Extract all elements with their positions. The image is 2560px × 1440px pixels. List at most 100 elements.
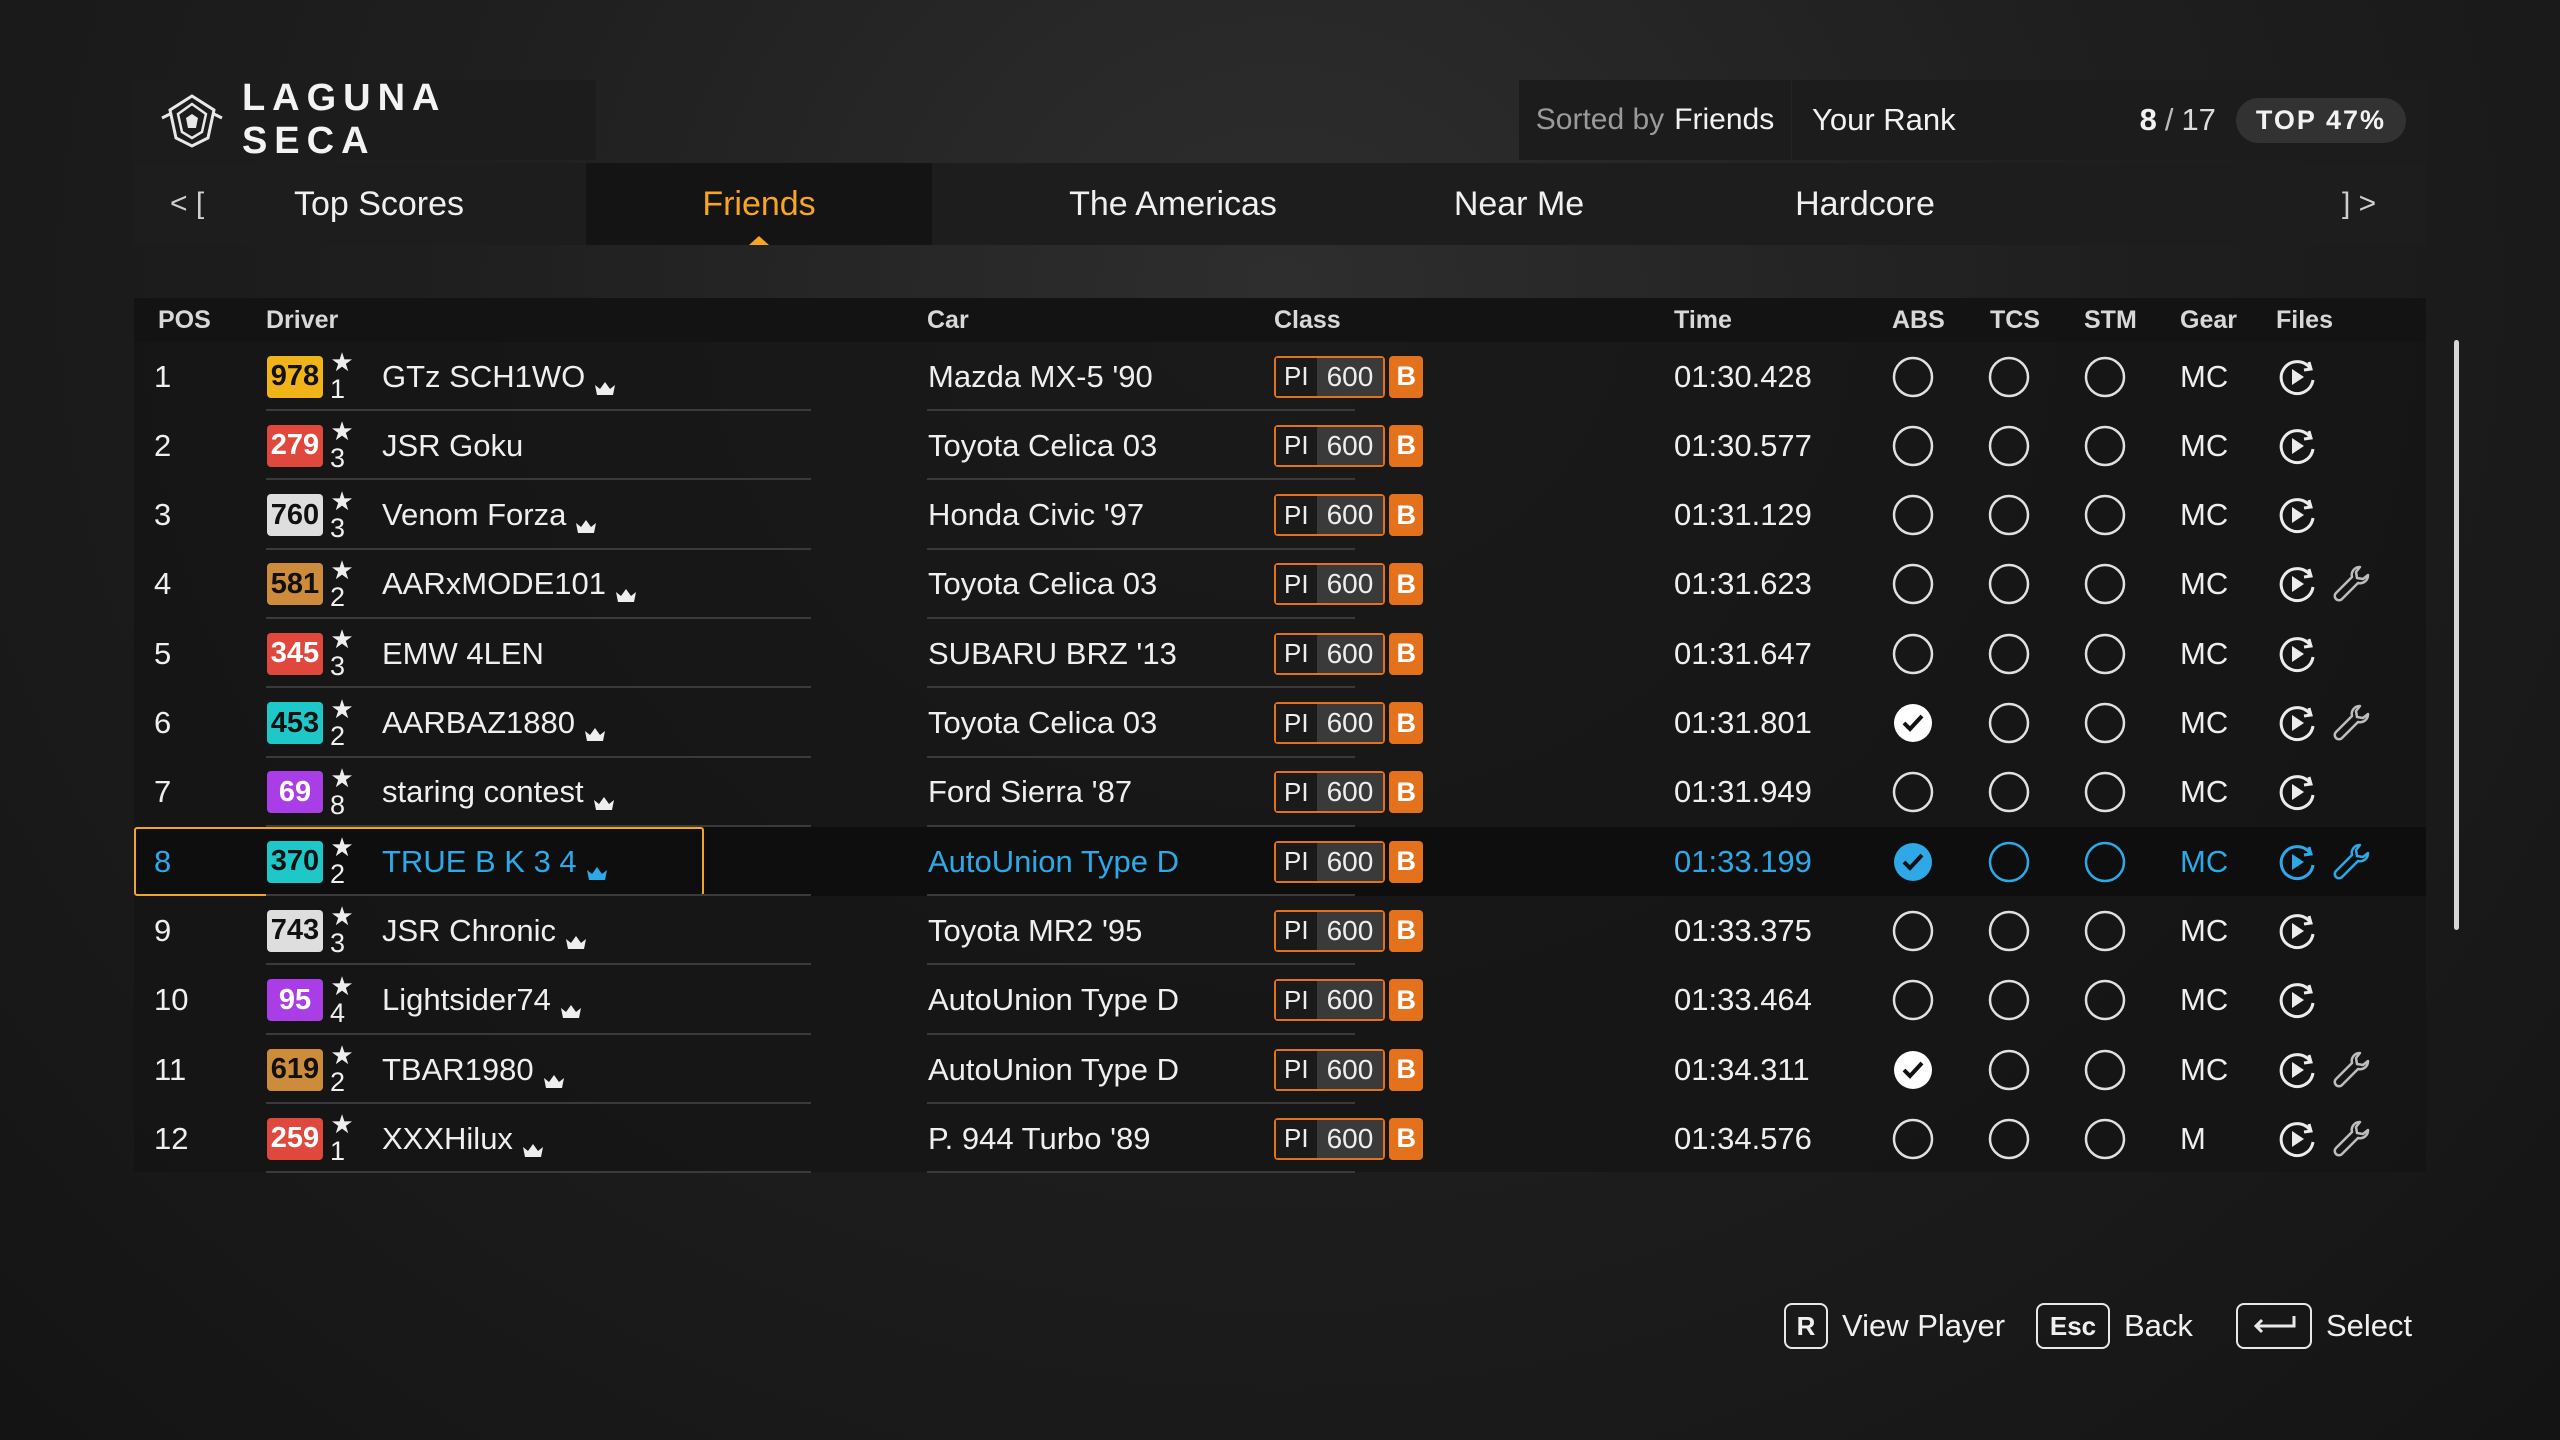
abs-unchecked-icon (1892, 966, 1934, 1035)
view-player-hint[interactable]: R View Player (1784, 1302, 2005, 1350)
crown-icon (543, 1063, 565, 1088)
car-name: P. 944 Turbo '89 (928, 1120, 1151, 1156)
driver-name-cell[interactable]: staring contest (382, 758, 615, 827)
replay-icon[interactable] (2276, 550, 2318, 619)
driver-name-cell[interactable]: JSR Goku (382, 411, 523, 480)
driver-rating: 345 (267, 632, 323, 675)
star-count: ★ 1 (330, 342, 356, 411)
driver-name-cell[interactable]: Lightsider74 (382, 966, 582, 1035)
tab-near-me[interactable]: Near Me (1346, 163, 1692, 245)
table-row[interactable]: 4 581 ★ 2 AARxMODE101 Toyota Celica 03 PI 600 B 0… (134, 550, 2426, 619)
star-count-value: 3 (330, 443, 346, 474)
replay-icon[interactable] (2276, 1104, 2318, 1173)
abs-unchecked-icon (1892, 481, 1934, 550)
table-row[interactable]: 10 95 ★ 4 Lightsider74 AutoUnion Type D PI 600 B… (134, 966, 2426, 1035)
star-icon: ★ (330, 624, 354, 655)
tcs-unchecked-icon (1988, 758, 2030, 827)
crown-icon (615, 577, 637, 603)
replay-icon[interactable] (2276, 896, 2318, 965)
star-count-value: 4 (330, 997, 346, 1028)
position: 1 (154, 358, 172, 394)
back-hint[interactable]: Esc Back (2036, 1302, 2193, 1350)
car-name: Mazda MX-5 '90 (928, 358, 1153, 394)
driver-name-cell[interactable]: GTz SCH1WO (382, 342, 616, 411)
driver-name-cell[interactable]: AARBAZ1880 (382, 689, 606, 758)
table-row[interactable]: 5 345 ★ 3 EMW 4LEN SUBARU BRZ '13 PI 600 B 01:31.… (134, 619, 2426, 689)
scrollbar[interactable] (2454, 340, 2459, 930)
tcs-unchecked-icon (1988, 966, 2030, 1035)
pi-box: PI 600 (1274, 494, 1386, 537)
select-hint[interactable]: Select (2236, 1302, 2412, 1350)
position: 11 (154, 1051, 187, 1087)
abs-unchecked-icon (1892, 1104, 1934, 1173)
sort-indicator[interactable]: Sorted by Friends (1519, 80, 1791, 160)
replay-icon[interactable] (2276, 342, 2318, 411)
car-name: Honda Civic '97 (928, 497, 1145, 533)
abs-unchecked-icon (1892, 411, 1934, 480)
tab-the-americas[interactable]: The Americas (1000, 163, 1346, 245)
table-row[interactable]: 3 760 ★ 3 Venom Forza Honda Civic '97 PI 600 B 01… (134, 481, 2426, 550)
lap-time: 01:31.949 (1674, 774, 1812, 810)
col-stm: STM (2084, 306, 2137, 334)
tab-top-scores[interactable]: Top Scores (266, 163, 492, 245)
tune-wrench-icon[interactable] (2330, 1104, 2372, 1173)
tab-hardcore[interactable]: Hardcore (1692, 163, 2038, 245)
your-rank-box: Your Rank 8 / 17 TOP 47% (1792, 80, 2426, 160)
table-row[interactable]: 9 743 ★ 3 JSR Chronic Toyota MR2 '95 PI 600 B 01:… (134, 896, 2426, 966)
driver-name-cell[interactable]: EMW 4LEN (382, 619, 544, 688)
enter-key-icon (2236, 1303, 2312, 1349)
table-row[interactable]: 1 978 ★ 1 GTz SCH1WO Mazda MX-5 '90 PI 600 B 01:3… (134, 342, 2426, 411)
pi-box: PI 600 (1274, 632, 1386, 675)
driver-name-cell[interactable]: Venom Forza (382, 481, 597, 550)
tab-friends[interactable]: Friends (586, 163, 932, 245)
pi-label: PI (1276, 357, 1317, 396)
replay-icon[interactable] (2276, 411, 2318, 480)
table-row[interactable]: 6 453 ★ 2 AARBAZ1880 Toyota Celica 03 PI 600 B 01… (134, 689, 2426, 758)
replay-icon[interactable] (2276, 1035, 2318, 1104)
tab-prev-button[interactable]: < [ (170, 163, 204, 245)
abs-unchecked-icon (1892, 342, 1934, 411)
star-count: ★ 2 (330, 550, 356, 619)
replay-icon[interactable] (2276, 827, 2318, 896)
table-row[interactable]: 12 259 ★ 1 XXXHilux P. 944 Turbo '89 PI 600 B 01:… (134, 1104, 2426, 1174)
table-row[interactable]: 2 279 ★ 3 JSR Goku Toyota Celica 03 PI 600 B 01:3… (134, 411, 2426, 481)
driver-name-cell[interactable]: JSR Chronic (382, 896, 587, 965)
class-badge: PI 600 B (1274, 411, 1424, 480)
driver-name-cell[interactable]: XXXHilux (382, 1104, 544, 1173)
class-letter: B (1389, 563, 1424, 606)
track-title-box: LAGUNA SECA (134, 77, 596, 162)
tcs-unchecked-icon (1988, 1035, 2030, 1104)
pi-value: 600 (1316, 981, 1384, 1020)
table-row[interactable]: 7 69 ★ 8 staring contest Ford Sierra '87 PI 600… (134, 758, 2426, 827)
replay-icon[interactable] (2276, 481, 2318, 550)
driver-name: JSR Chronic (382, 912, 556, 948)
replay-icon[interactable] (2276, 966, 2318, 1035)
tune-wrench-icon[interactable] (2330, 689, 2372, 758)
driver-name-cell[interactable]: TRUE B K 3 4 (382, 827, 608, 896)
driver-name: Lightsider74 (382, 982, 551, 1018)
crown-icon (560, 993, 582, 1019)
tune-wrench-icon[interactable] (2330, 827, 2372, 896)
pi-value: 600 (1316, 634, 1384, 673)
replay-icon[interactable] (2276, 689, 2318, 758)
col-files: Files (2276, 306, 2333, 334)
driver-rating-badge: 581 (267, 550, 323, 619)
replay-icon[interactable] (2276, 758, 2318, 827)
gear-type: M (2180, 1120, 2206, 1156)
tune-wrench-icon[interactable] (2330, 1035, 2372, 1104)
tune-wrench-icon[interactable] (2330, 550, 2372, 619)
table-row[interactable]: 11 619 ★ 2 TBAR1980 AutoUnion Type D PI 600 B 01:… (134, 1035, 2426, 1104)
position: 12 (154, 1120, 189, 1156)
sorted-by-label: Sorted by (1535, 103, 1665, 136)
tcs-unchecked-icon (1988, 689, 2030, 758)
driver-name-cell[interactable]: TBAR1980 (382, 1035, 565, 1104)
driver-rating-badge: 370 (267, 827, 323, 896)
table-row-current-player[interactable]: 8 370 ★ 2 TRUE B K 3 4 AutoUnion Type D PI 600 B… (134, 827, 2426, 897)
driver-name-cell[interactable]: AARxMODE101 (382, 550, 637, 619)
replay-icon[interactable] (2276, 619, 2318, 688)
gear-type: MC (2180, 566, 2229, 602)
pi-label: PI (1276, 773, 1317, 812)
col-abs: ABS (1892, 306, 1945, 334)
tab-next-button[interactable]: ] > (2342, 163, 2376, 245)
driver-rating: 370 (267, 840, 323, 883)
